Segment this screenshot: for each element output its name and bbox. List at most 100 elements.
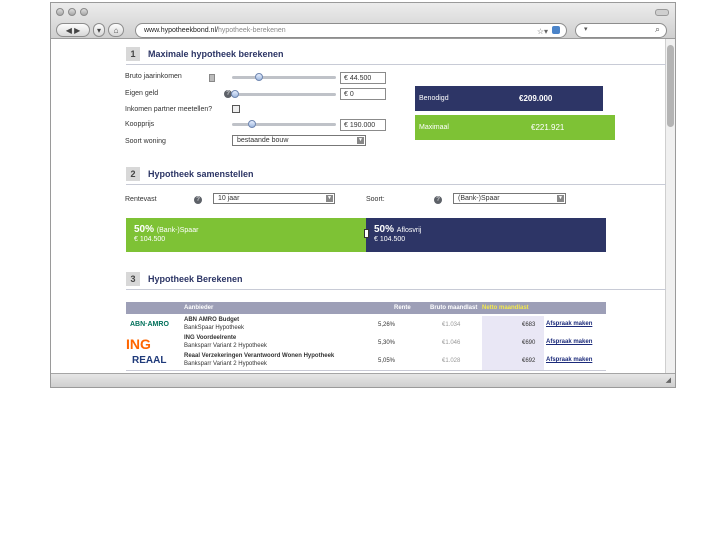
forward-icon[interactable]: ▶	[74, 26, 80, 35]
rente-value: 5,26%	[378, 322, 396, 328]
koopprijs-label: Koopprijs	[125, 121, 155, 128]
eigen-geld-slider[interactable]	[231, 90, 336, 98]
split-right-amount: € 104.500	[374, 236, 406, 243]
rente-value: 5,30%	[378, 340, 396, 346]
netto-value: €692	[522, 358, 536, 364]
toolbar-toggle-button[interactable]	[655, 9, 669, 16]
slider-knob[interactable]	[255, 73, 263, 81]
col-aanbieder: Aanbieder	[184, 305, 214, 311]
section-number: 1	[126, 47, 140, 61]
koopprijs-input[interactable]: € 190.000	[340, 119, 386, 131]
soort-select[interactable]: (Bank-)Spaar ▼	[453, 193, 566, 204]
rss-icon[interactable]	[552, 26, 560, 34]
select-value: (Bank-)Spaar	[458, 195, 500, 202]
split-left: 50% (Bank-)Spaar € 104.500	[126, 218, 366, 252]
split-right: 50% Aflosvrij € 104.500	[366, 218, 606, 252]
chevron-down-icon[interactable]: ▼	[326, 195, 333, 202]
maximaal-label: Maximaal	[419, 124, 449, 131]
afspraak-link[interactable]: Afspraak maken	[546, 321, 592, 327]
benodigd-value: €209.000	[519, 94, 553, 103]
afspraak-link[interactable]: Afspraak maken	[546, 357, 592, 363]
soort-label: Soort:	[366, 196, 385, 203]
soort-woning-label: Soort woning	[125, 138, 166, 145]
chevron-down-icon[interactable]: ▼	[557, 195, 564, 202]
koopprijs-slider[interactable]	[232, 120, 336, 128]
zoom-icon[interactable]	[80, 8, 88, 16]
home-icon[interactable]: ⌂	[108, 23, 124, 37]
rentevast-label: Rentevast	[125, 196, 157, 203]
col-netto: Netto maandlast	[482, 305, 529, 311]
provider-name: ING Voordeelrente	[184, 335, 237, 341]
nav-buttons: ◀ ▶ ▾ ⌂	[56, 23, 124, 37]
dropdown-icon[interactable]: ▾	[93, 23, 105, 37]
divider	[126, 184, 666, 185]
col-rente: Rente	[394, 305, 411, 311]
afspraak-link[interactable]: Afspraak maken	[546, 339, 592, 345]
url-host: www.hypotheekbond.nl/	[144, 27, 218, 34]
divider	[126, 289, 666, 290]
browser-toolbar: ◀ ▶ ▾ ⌂ www.hypotheekbond.nl/hypotheek-b…	[51, 3, 675, 39]
calculator-icon[interactable]	[209, 74, 215, 82]
slider-knob[interactable]	[248, 120, 256, 128]
bruto-slider[interactable]	[232, 73, 336, 81]
section-3-title: 3 Hypotheek Berekenen	[126, 272, 243, 286]
section-heading: Hypotheek Berekenen	[148, 274, 243, 284]
split-right-pct: 50%	[374, 224, 395, 235]
provider-logo: REAAL	[132, 355, 167, 366]
netto-value: €690	[522, 340, 536, 346]
split-drag-handle[interactable]	[364, 229, 369, 238]
section-1-title: 1 Maximale hypotheek berekenen	[126, 47, 284, 61]
rentevast-select[interactable]: 10 jaar ▼	[213, 193, 335, 204]
slider-knob[interactable]	[231, 90, 239, 98]
bruto-value: €1.028	[442, 358, 461, 364]
section-2-title: 2 Hypotheek samenstellen	[126, 167, 254, 181]
split-right-name: Aflosvrij	[396, 227, 422, 234]
section-number: 2	[126, 167, 140, 181]
provider-product: BankSpaar Hypotheek	[184, 325, 245, 331]
vertical-scrollbar[interactable]	[665, 39, 675, 375]
split-left-name: (Bank-)Spaar	[156, 227, 199, 234]
select-value: bestaande bouw	[237, 137, 289, 144]
select-value: 10 jaar	[218, 195, 240, 202]
help-icon[interactable]: ?	[194, 196, 202, 204]
eigen-geld-label: Eigen geld	[125, 90, 159, 97]
address-bar[interactable]: www.hypotheekbond.nl/hypotheek-berekenen…	[135, 23, 567, 38]
rente-value: 5,05%	[378, 358, 396, 364]
bruto-input[interactable]: € 44.500	[340, 72, 386, 84]
search-engine-icon[interactable]: ▾	[584, 25, 588, 33]
partner-label: Inkomen partner meetellen?	[125, 106, 213, 113]
maximaal-value: €221.921	[531, 123, 565, 132]
url-path: hypotheek-berekenen	[217, 27, 286, 34]
help-icon[interactable]: ?	[434, 196, 442, 204]
partner-checkbox[interactable]	[232, 105, 240, 113]
back-forward-buttons[interactable]: ◀ ▶	[56, 23, 90, 37]
resize-icon[interactable]: ◢	[666, 376, 671, 384]
benodigd-box: Benodigd €209.000	[415, 86, 603, 111]
chevron-down-icon[interactable]: ▼	[357, 137, 364, 144]
eigen-geld-input[interactable]: € 0	[340, 88, 386, 100]
split-left-amount: € 104.500	[134, 236, 166, 243]
provider-logo: ING	[126, 336, 151, 352]
col-bruto: Bruto maandlast	[430, 305, 478, 311]
window-controls	[56, 8, 88, 16]
maximaal-box: Maximaal €221.921	[415, 115, 615, 140]
table-row: ING ING Voordeelrente Banksparr Variant …	[126, 334, 606, 353]
bruto-value: €1.046	[442, 340, 461, 346]
search-icon[interactable]: ⌕	[655, 24, 660, 35]
provider-product: Banksparr Variant 2 Hypotheek	[184, 361, 267, 367]
minimize-icon[interactable]	[68, 8, 76, 16]
split-left-pct: 50%	[134, 224, 155, 235]
search-field[interactable]: ▾ ⌕	[575, 23, 667, 38]
back-icon[interactable]: ◀	[66, 26, 72, 35]
soort-woning-select[interactable]: bestaande bouw ▼	[232, 135, 366, 146]
section-number: 3	[126, 272, 140, 286]
provider-name: Reaal Verzekeringen Verantwoord Wonen Hy…	[184, 353, 335, 359]
bruto-value: €1.034	[442, 322, 461, 328]
bruto-label: Bruto jaarinkomen	[125, 73, 182, 80]
bookmark-star-icon[interactable]: ☆▾	[537, 25, 548, 38]
scrollbar-thumb[interactable]	[667, 45, 674, 127]
close-icon[interactable]	[56, 8, 64, 16]
provider-name: ABN AMRO Budget	[184, 317, 240, 323]
benodigd-label: Benodigd	[419, 95, 449, 102]
provider-logo: ABN·AMRO	[130, 321, 169, 328]
